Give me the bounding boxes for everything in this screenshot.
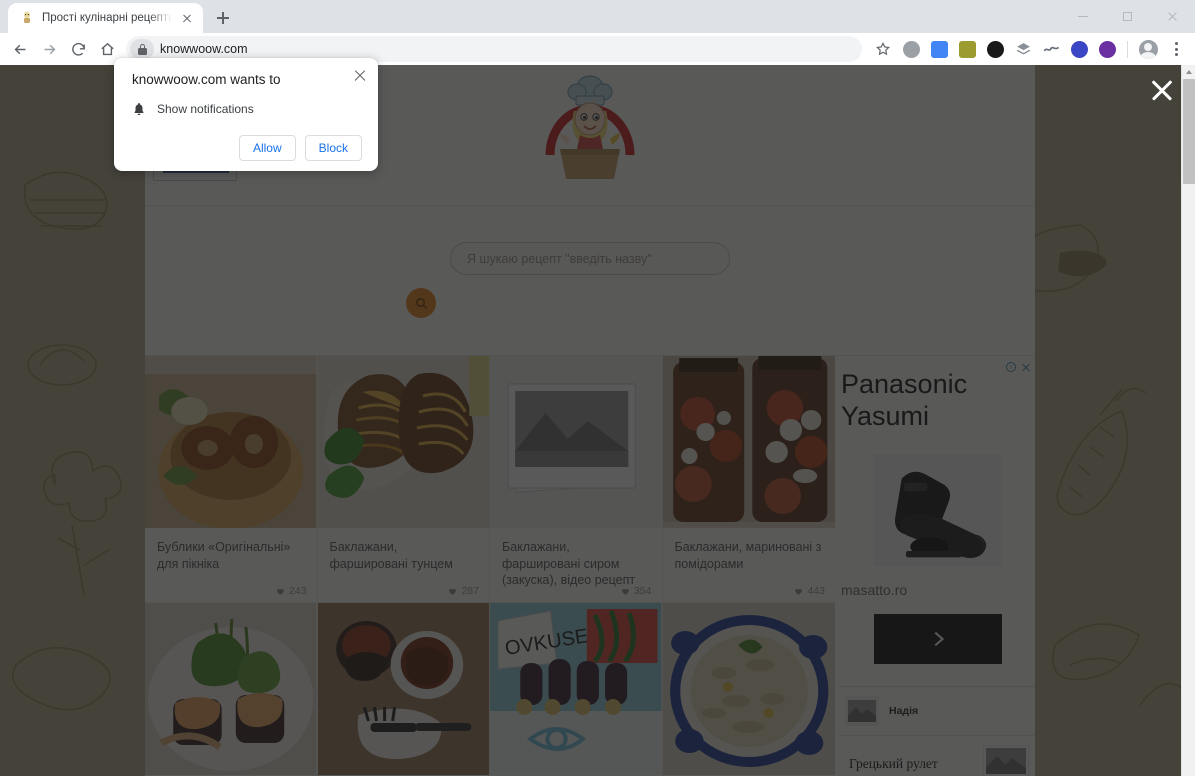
site-info-button[interactable] bbox=[130, 39, 154, 59]
chef-favicon-icon bbox=[19, 10, 35, 26]
scrollbar-thumb[interactable] bbox=[1183, 79, 1195, 184]
notification-permission-dialog: knowwoow.com wants to Show notifications… bbox=[114, 58, 378, 171]
reload-button[interactable] bbox=[64, 35, 92, 63]
extension-indigo-icon[interactable] bbox=[1066, 36, 1092, 62]
profile-avatar[interactable] bbox=[1135, 36, 1161, 62]
close-icon bbox=[1167, 11, 1178, 22]
maximize-icon bbox=[1123, 12, 1132, 21]
back-icon bbox=[14, 44, 25, 54]
tab-strip: Прості кулінарні рецепти дома bbox=[0, 0, 1195, 33]
permission-label: Show notifications bbox=[157, 102, 254, 116]
dialog-close-icon[interactable] bbox=[353, 68, 367, 82]
new-tab-button[interactable] bbox=[209, 4, 237, 32]
chevron-up-icon bbox=[1186, 70, 1192, 74]
back-button[interactable] bbox=[6, 35, 34, 63]
extension-olive-icon[interactable] bbox=[954, 36, 980, 62]
forward-button[interactable] bbox=[35, 35, 63, 63]
maximize-button[interactable] bbox=[1105, 0, 1150, 33]
block-button[interactable]: Block bbox=[304, 135, 362, 161]
extension-gray-icon[interactable] bbox=[898, 36, 924, 62]
bell-icon bbox=[134, 103, 144, 116]
tab-close-icon[interactable] bbox=[179, 10, 195, 26]
browser-window: Прості кулінарні рецепти дома bbox=[0, 0, 1195, 776]
minimize-icon bbox=[1077, 16, 1088, 17]
page-scrollbar[interactable] bbox=[1181, 65, 1195, 776]
toolbar-right-icons bbox=[870, 36, 1189, 62]
home-icon bbox=[100, 42, 114, 55]
forward-icon bbox=[44, 44, 55, 54]
bookmark-star-icon[interactable] bbox=[870, 36, 896, 62]
extension-blue-icon[interactable] bbox=[926, 36, 952, 62]
extension-layers-icon[interactable] bbox=[1010, 36, 1036, 62]
extension-black-icon[interactable] bbox=[982, 36, 1008, 62]
chrome-menu-icon[interactable] bbox=[1163, 36, 1189, 62]
extension-purple-icon[interactable] bbox=[1094, 36, 1120, 62]
lock-icon bbox=[137, 43, 147, 55]
tab-title: Прості кулінарні рецепти дома bbox=[42, 12, 172, 24]
window-controls bbox=[1060, 0, 1195, 33]
dialog-actions: Allow Block bbox=[132, 135, 362, 161]
toolbar-divider bbox=[1127, 40, 1128, 58]
permission-row: Show notifications bbox=[132, 102, 362, 116]
page-viewport: Я шукаю рецепт "введіть назву" bbox=[0, 65, 1195, 776]
extension-wave-icon[interactable] bbox=[1038, 36, 1064, 62]
dialog-title: knowwoow.com wants to bbox=[132, 72, 281, 87]
minimize-button[interactable] bbox=[1060, 0, 1105, 33]
scroll-up-button[interactable] bbox=[1182, 65, 1195, 79]
reload-icon bbox=[71, 42, 85, 56]
allow-button[interactable]: Allow bbox=[238, 135, 296, 161]
window-close-button[interactable] bbox=[1150, 0, 1195, 33]
page-dim-overlay[interactable] bbox=[0, 65, 1195, 776]
browser-tab[interactable]: Прості кулінарні рецепти дома bbox=[8, 3, 203, 33]
overlay-close-button[interactable] bbox=[1147, 75, 1177, 105]
url-text: knowwoow.com bbox=[160, 42, 248, 56]
